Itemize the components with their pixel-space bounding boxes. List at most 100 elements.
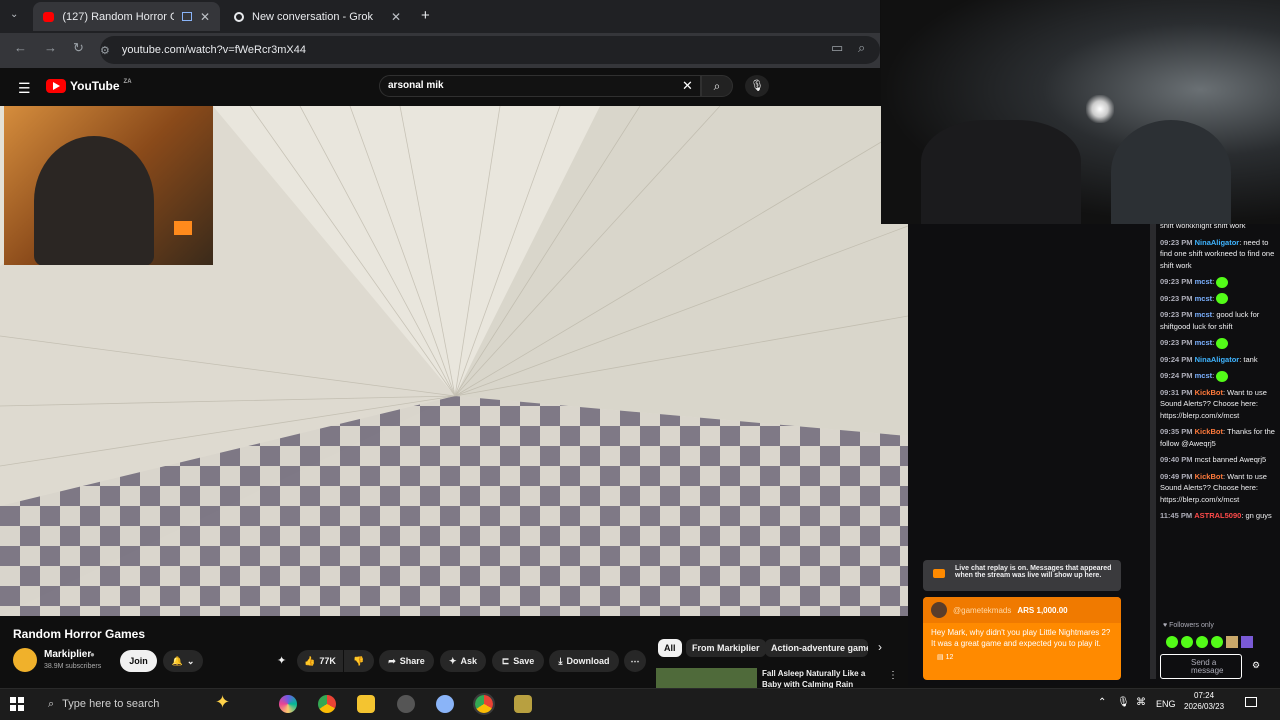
chat-username[interactable]: mcst xyxy=(1195,277,1213,286)
subscriber-count: 38.9M subscribers xyxy=(44,663,102,670)
zoom-icon[interactable]: ⌕ xyxy=(858,40,865,56)
emote-icon[interactable] xyxy=(1196,636,1208,648)
chat-text: tank xyxy=(1243,354,1258,364)
chip-from-channel[interactable]: From Markiplier xyxy=(686,639,766,657)
emote-icon[interactable] xyxy=(1226,636,1238,648)
file-explorer-icon[interactable] xyxy=(357,695,375,713)
grok-favicon-icon xyxy=(234,11,244,22)
tray-chevron-icon[interactable]: ⌃ xyxy=(1098,697,1106,708)
chat-username[interactable]: mcst xyxy=(1195,310,1213,319)
chat-message: 09:23 PM mcst: xyxy=(1160,293,1275,305)
more-actions-button[interactable]: ⋯ xyxy=(624,650,646,672)
tab-label: (127) Random Horror Game xyxy=(62,10,173,23)
chat-username[interactable]: ASTRAL5090 xyxy=(1194,511,1241,520)
search-button[interactable]: ⌕ xyxy=(701,75,733,97)
clock-date: 2026/03/23 xyxy=(1184,702,1225,711)
share-button[interactable]: ➦ Share xyxy=(379,650,434,672)
obs-icon[interactable] xyxy=(397,695,415,713)
chat-timestamp: 09:23 PM xyxy=(1160,237,1193,247)
copilot-icon[interactable] xyxy=(279,695,297,713)
chat-scrollbar[interactable] xyxy=(1150,224,1156,679)
save-button[interactable]: ⊏ Save xyxy=(492,650,544,672)
like-button[interactable]: 👍 77K xyxy=(297,650,343,672)
chair-silhouette xyxy=(1111,120,1231,224)
chat-timestamp: 09:24 PM xyxy=(1160,371,1193,381)
taskbar-search-placeholder: Type here to search xyxy=(62,698,160,710)
notification-icon[interactable] xyxy=(1245,697,1257,707)
chat-username[interactable]: NinaAligator xyxy=(1195,238,1240,247)
chat-username[interactable]: KickBot xyxy=(1195,472,1223,481)
recommended-thumbnail[interactable] xyxy=(656,668,757,688)
snipping-icon[interactable] xyxy=(436,695,454,713)
chip-action-adventure[interactable]: Action-adventure games xyxy=(765,639,868,657)
emote-icon xyxy=(1216,337,1229,349)
channel-avatar[interactable] xyxy=(13,648,37,672)
clear-search-icon[interactable]: ✕ xyxy=(682,78,693,94)
clock-time: 07:24 xyxy=(1194,691,1215,700)
back-icon[interactable]: ← xyxy=(14,40,27,55)
replay-text: Live chat replay is on. Messages that ap… xyxy=(955,565,1112,579)
dislike-button[interactable]: 👎 xyxy=(344,650,374,672)
tab-list-chevron-icon[interactable]: ⌄ xyxy=(10,9,18,20)
network-icon[interactable]: ⌘ xyxy=(1136,697,1146,708)
start-button[interactable] xyxy=(10,697,24,711)
new-tab-button[interactable]: + xyxy=(421,7,430,24)
chat-message-partial: shift workknight shift work xyxy=(1160,224,1246,230)
emote-bar[interactable] xyxy=(1166,636,1276,650)
chat-settings-icon[interactable]: ⚙ xyxy=(1252,660,1260,671)
chrome-icon[interactable] xyxy=(318,695,336,713)
emote-icon[interactable] xyxy=(1166,636,1178,648)
followers-only-label: ♥ Followers only xyxy=(1163,622,1214,629)
chat-username[interactable]: mcst xyxy=(1195,294,1213,303)
chat-username[interactable]: NinaAligator xyxy=(1195,355,1240,364)
taskbar-clock[interactable]: 07:24 2026/03/23 xyxy=(1184,690,1224,712)
chat-username[interactable]: mcst xyxy=(1195,371,1213,380)
thumbs-down-icon: 👎 xyxy=(353,655,365,666)
ask-button[interactable]: ✦ Ask xyxy=(440,650,486,672)
chat-timestamp: 09:23 PM xyxy=(1160,310,1193,320)
chrome-active-icon[interactable] xyxy=(473,693,495,715)
youtube-logo[interactable]: YouTube ZA xyxy=(46,79,132,93)
sparkle-icon: ✦ xyxy=(448,655,457,666)
close-tab-icon[interactable]: ✕ xyxy=(200,10,210,24)
subscribed-bell-button[interactable]: 🔔 ⌄ xyxy=(163,650,203,672)
reload-icon[interactable]: ↻ xyxy=(73,40,84,56)
emote-icon[interactable] xyxy=(1241,636,1253,648)
chat-username[interactable]: mcst xyxy=(1195,338,1213,347)
rec-more-icon[interactable]: ⋮ xyxy=(888,670,898,681)
voice-search-button[interactable]: 🎙 xyxy=(745,75,769,97)
send-message-input[interactable]: Send a message xyxy=(1160,654,1242,679)
site-info-icon[interactable]: ⚙ xyxy=(100,44,110,57)
install-app-icon[interactable]: ▭ xyxy=(831,40,843,56)
youtube-favicon-icon xyxy=(43,11,55,22)
search-input[interactable]: arsonal mik xyxy=(379,75,701,97)
emote-icon[interactable] xyxy=(1181,636,1193,648)
taskbar-search[interactable]: ⌕ Type here to search xyxy=(40,690,230,718)
recommended-title[interactable]: Fall Asleep Naturally Like a Baby with C… xyxy=(762,668,880,688)
chevron-right-icon[interactable]: › xyxy=(878,640,882,654)
hype-icon[interactable]: ✦ xyxy=(277,654,286,667)
chip-all[interactable]: All xyxy=(658,639,682,657)
chat-username[interactable]: KickBot xyxy=(1195,388,1223,397)
chat-message: 09:23 PM mcst: good luck for shiftgood l… xyxy=(1160,310,1260,331)
game-icon[interactable] xyxy=(514,695,532,713)
download-button[interactable]: ⤓ Download xyxy=(549,650,619,672)
video-title: Random Horror Games xyxy=(13,627,146,641)
tab-grok[interactable]: New conversation - Grok ✕ xyxy=(224,2,411,31)
url-display[interactable]: ⚙ youtube.com/watch?v=fWeRcr3mX44 xyxy=(100,40,820,60)
thumbs-up-icon: 👍 xyxy=(304,655,316,666)
menu-icon[interactable]: ☰ xyxy=(18,80,31,97)
chat-username[interactable]: KickBot xyxy=(1195,427,1223,436)
forward-icon[interactable]: → xyxy=(44,40,57,55)
language-indicator[interactable]: ENG xyxy=(1156,699,1176,709)
more-icon: ⋯ xyxy=(630,655,640,666)
chat-timestamp: 09:49 PM xyxy=(1160,471,1193,481)
emote-icon[interactable] xyxy=(1211,636,1223,648)
superchat-card: @gametekmads ARS 1,000.00 Hey Mark, why … xyxy=(923,597,1121,680)
close-tab-icon[interactable]: ✕ xyxy=(391,10,401,24)
microphone-tray-icon[interactable]: 🎙 xyxy=(1117,697,1130,708)
tab-youtube[interactable]: (127) Random Horror Game ✕ xyxy=(33,2,220,31)
join-button[interactable]: Join xyxy=(120,650,157,672)
reply-icon: ▤ xyxy=(937,654,944,661)
channel-name[interactable]: Markiplier xyxy=(44,649,91,660)
